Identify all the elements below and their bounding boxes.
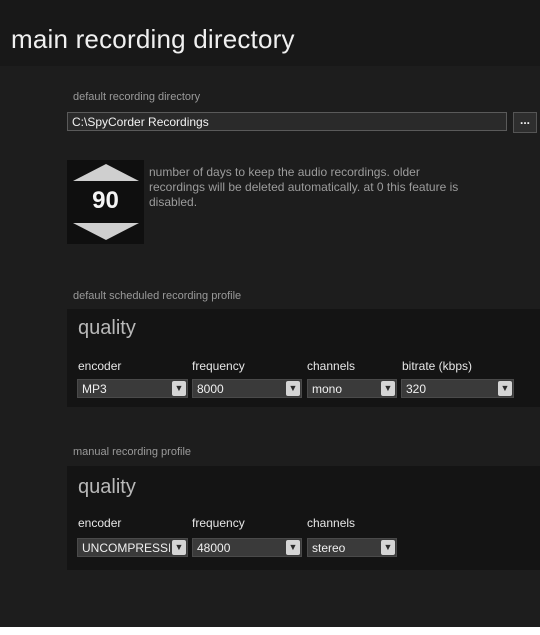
settings-panel: main recording directory default recordi…	[0, 0, 540, 627]
manual-encoder-select[interactable]: UNCOMPRESSI ▼	[77, 538, 188, 557]
manual-profile-label: manual recording profile	[73, 446, 192, 458]
scheduled-profile-label: default scheduled recording profile	[73, 290, 242, 302]
manual-channels-value: stereo	[312, 541, 346, 555]
scheduled-quality-title: quality	[78, 317, 136, 339]
scheduled-bitrate-label: bitrate (kbps)	[402, 359, 473, 373]
chevron-down-icon[interactable]: ▼	[172, 381, 186, 396]
triangle-down-icon[interactable]	[73, 223, 139, 240]
scheduled-frequency-label: frequency	[192, 359, 245, 373]
retention-description: number of days to keep the audio recordi…	[149, 165, 459, 209]
scheduled-channels-label: channels	[307, 359, 356, 373]
manual-frequency-label: frequency	[192, 516, 245, 530]
manual-encoder-label: encoder	[78, 516, 122, 530]
manual-quality-title: quality	[78, 476, 136, 498]
scheduled-bitrate-select[interactable]: 320 ▼	[401, 379, 514, 398]
scheduled-channels-select[interactable]: mono ▼	[307, 379, 397, 398]
recording-directory-label: default recording directory	[73, 91, 201, 103]
browse-button[interactable]: ...	[513, 112, 537, 133]
retention-days-value[interactable]: 90	[67, 187, 144, 215]
chevron-down-icon[interactable]: ▼	[381, 381, 395, 396]
triangle-up-icon[interactable]	[73, 164, 139, 181]
manual-channels-select[interactable]: stereo ▼	[307, 538, 397, 557]
scheduled-frequency-select[interactable]: 8000 ▼	[192, 379, 302, 398]
scheduled-bitrate-value: 320	[406, 382, 427, 396]
scheduled-encoder-select[interactable]: MP3 ▼	[77, 379, 188, 398]
retention-days-stepper[interactable]: 90	[67, 160, 144, 244]
chevron-down-icon[interactable]: ▼	[172, 540, 186, 555]
chevron-down-icon[interactable]: ▼	[286, 540, 300, 555]
manual-frequency-select[interactable]: 48000 ▼	[192, 538, 302, 557]
manual-encoder-value: UNCOMPRESSI	[82, 541, 170, 555]
chevron-down-icon[interactable]: ▼	[286, 381, 300, 396]
manual-frequency-value: 48000	[197, 541, 231, 555]
page-title: main recording directory	[11, 24, 295, 54]
scheduled-encoder-label: encoder	[78, 359, 122, 373]
manual-channels-label: channels	[307, 516, 356, 530]
manual-profile-section: quality encoder frequency channels UNCOM…	[67, 466, 540, 570]
chevron-down-icon[interactable]: ▼	[498, 381, 512, 396]
scheduled-frequency-value: 8000	[197, 382, 224, 396]
scheduled-encoder-value: MP3	[82, 382, 107, 396]
recording-directory-input[interactable]	[67, 112, 507, 131]
scheduled-channels-value: mono	[312, 382, 343, 396]
scheduled-profile-section: quality encoder frequency channels bitra…	[67, 309, 540, 407]
chevron-down-icon[interactable]: ▼	[381, 540, 395, 555]
